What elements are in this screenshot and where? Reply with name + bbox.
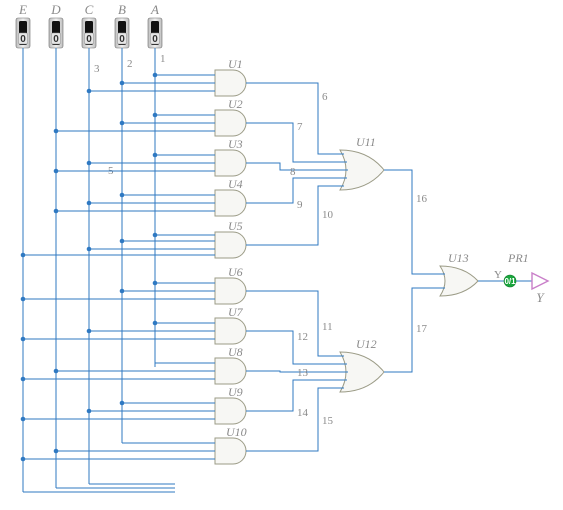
gate-U10 [203, 438, 259, 464]
net-label: 3 [94, 63, 100, 75]
gate-label: U7 [228, 305, 244, 319]
gate-U12 [328, 352, 398, 392]
input-label: D [50, 2, 61, 17]
net-label: 2 [127, 58, 133, 70]
gate-label: U11 [356, 135, 376, 149]
net-label: 11 [322, 321, 333, 333]
net-label: 13 [297, 367, 309, 379]
gate-label: U13 [448, 251, 469, 265]
input-C[interactable]: C [82, 2, 96, 48]
input-label: E [18, 2, 27, 17]
net-label: 10 [322, 209, 334, 221]
gate-label: U10 [226, 425, 247, 439]
net-label: 14 [297, 407, 309, 419]
gate-U2 [203, 110, 259, 136]
gate-label: U6 [228, 265, 243, 279]
input-label: B [118, 2, 126, 17]
net-label: 8 [290, 166, 296, 178]
net-label: 12 [297, 331, 308, 343]
gate-label: U12 [356, 337, 377, 351]
gate-U5 [203, 232, 259, 258]
input-B[interactable]: B [115, 2, 129, 48]
output-buffer-icon [532, 273, 548, 289]
input-label: C [85, 2, 94, 17]
output-name: Y [536, 290, 545, 305]
net-label: 6 [322, 91, 328, 103]
input-label: A [150, 2, 159, 17]
probe-label: PR1 [507, 251, 529, 265]
gate-U4 [203, 190, 259, 216]
schematic-canvas: 0 [0, 0, 563, 510]
input-A[interactable]: A [148, 2, 162, 48]
net-label: 16 [416, 193, 428, 205]
input-E[interactable]: E [16, 2, 30, 48]
net-label: 15 [322, 415, 334, 427]
gate-U11 [328, 150, 398, 190]
gate-label: U3 [228, 137, 243, 151]
gate-label: U4 [228, 177, 243, 191]
input-D[interactable]: D [49, 2, 63, 48]
net-label: 7 [297, 121, 303, 133]
net-label: 17 [416, 323, 428, 335]
gate-U6 [203, 278, 259, 304]
gate-label: U9 [228, 385, 243, 399]
gate-U13 [428, 266, 492, 296]
gate-U1 [203, 70, 259, 96]
gate-U9 [203, 398, 259, 424]
gate-U8 [203, 358, 259, 384]
net-label: 9 [297, 199, 303, 211]
probe-badge: 0/1 [504, 275, 516, 287]
gate-label: U8 [228, 345, 243, 359]
gate-U7 [203, 318, 259, 344]
net-label: 1 [160, 53, 166, 65]
gate-label: U5 [228, 219, 243, 233]
gate-label: U1 [228, 57, 243, 71]
pin-label: Y [494, 269, 502, 281]
gate-label: U2 [228, 97, 243, 111]
gate-U3 [203, 150, 259, 176]
svg-text:0/1: 0/1 [504, 277, 516, 286]
